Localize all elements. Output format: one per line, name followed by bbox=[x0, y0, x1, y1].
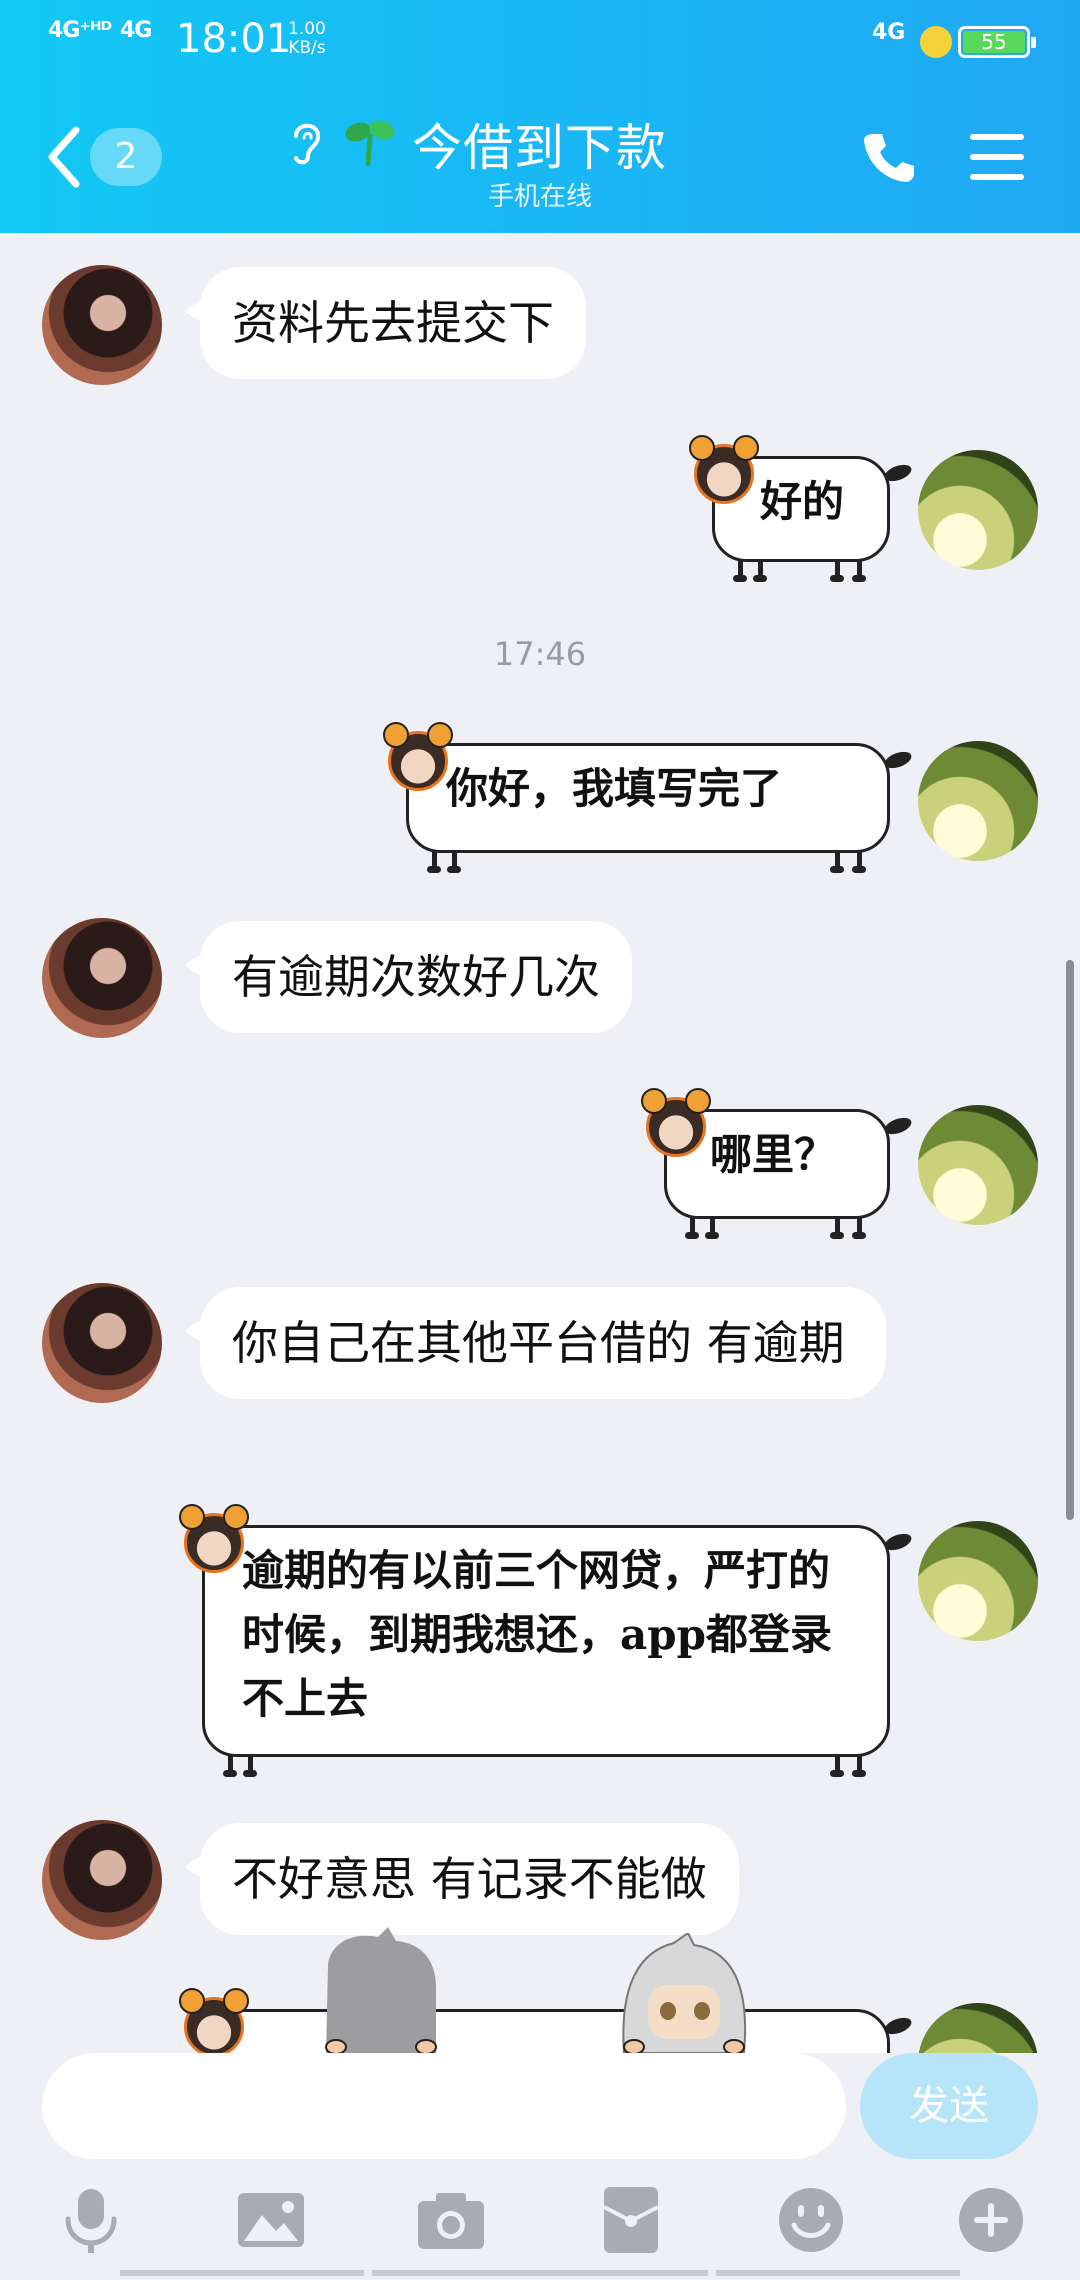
battery-icon: 55 bbox=[958, 26, 1036, 58]
avatar[interactable] bbox=[918, 1521, 1038, 1641]
avatar[interactable] bbox=[42, 1283, 162, 1403]
chat-title[interactable]: 今借到下款 bbox=[412, 108, 667, 180]
status-bar: 4G⁺ᴴᴰ 4G 18:01 1.00 KB/s 4G 55 bbox=[0, 0, 1080, 80]
message-bubble-incoming[interactable]: 资料先去提交下 bbox=[184, 267, 586, 379]
signal-strength-2: 4G bbox=[120, 18, 152, 43]
message-text: 有逾期次数好几次 bbox=[232, 950, 600, 1004]
network-speed: 1.00 KB/s bbox=[288, 20, 326, 58]
gray-mascot-icon bbox=[325, 1927, 437, 2053]
signal-strength-1: 4G⁺ᴴᴰ bbox=[48, 18, 112, 43]
message-text: 哪里？ bbox=[710, 1130, 837, 1179]
sheep-face-icon bbox=[641, 1088, 711, 1157]
red-packet-icon[interactable] bbox=[596, 2185, 666, 2255]
avatar[interactable] bbox=[42, 265, 162, 385]
avatar[interactable] bbox=[918, 741, 1038, 861]
avatar[interactable] bbox=[918, 1105, 1038, 1225]
avatar[interactable] bbox=[42, 1820, 162, 1940]
plus-icon[interactable] bbox=[956, 2185, 1026, 2255]
sheep-face-icon bbox=[179, 1988, 249, 2053]
toolbar-divider bbox=[372, 2270, 708, 2276]
sprout-icon bbox=[345, 120, 395, 166]
speed-unit: KB/s bbox=[288, 38, 326, 58]
avatar[interactable] bbox=[918, 450, 1038, 570]
message-text: 资料先去提交下 bbox=[232, 296, 554, 350]
avatar[interactable] bbox=[42, 918, 162, 1038]
message-text: 逾期的有以前三个网贷，严打的时候，到期我想还，app都登录不上去 bbox=[242, 1546, 832, 1723]
message-bubble-incoming[interactable]: 有逾期次数好几次 bbox=[184, 921, 632, 1033]
timestamp: 17:46 bbox=[493, 635, 587, 673]
message-bubble-incoming[interactable]: 你自己在其他平台借的 有逾期 bbox=[184, 1287, 886, 1399]
message-list[interactable]: 资料先去提交下 好的 17:46 你好，我填写完了 有逾期次数好几次 哪里？ 你… bbox=[0, 233, 1080, 2053]
toolbar-divider bbox=[716, 2270, 960, 2276]
sheep-face-icon bbox=[179, 1504, 249, 1573]
message-bubble-outgoing[interactable]: 好的 bbox=[689, 435, 914, 582]
message-bubble-outgoing[interactable]: 逾期的有以前三个网贷，严打的时候，到期我想还，app都登录不上去 bbox=[179, 1504, 914, 1777]
message-bubble-outgoing[interactable]: 哪里？ bbox=[641, 1088, 914, 1239]
message-text: 你自己在其他平台借的 有逾期 bbox=[232, 1316, 845, 1370]
camera-icon[interactable] bbox=[416, 2185, 486, 2255]
charging-icon bbox=[920, 26, 952, 58]
sheep-face-icon bbox=[383, 722, 453, 791]
clock: 18:01 bbox=[176, 16, 292, 62]
avatar[interactable] bbox=[918, 2003, 1038, 2053]
message-input[interactable] bbox=[42, 2053, 846, 2159]
message-bubble-outgoing[interactable]: 你好，我填写完了 bbox=[383, 722, 914, 873]
message-bubble-outgoing-partial[interactable] bbox=[179, 1988, 914, 2053]
speed-value: 1.00 bbox=[288, 19, 326, 39]
menu-icon[interactable] bbox=[970, 134, 1024, 180]
send-button[interactable]: 发送 bbox=[860, 2053, 1038, 2159]
sheep-face-icon bbox=[689, 435, 759, 504]
input-area: 发送 bbox=[0, 2053, 1080, 2280]
scrollbar[interactable] bbox=[1066, 960, 1074, 1520]
phone-call-icon[interactable] bbox=[862, 130, 916, 184]
image-icon[interactable] bbox=[236, 2185, 306, 2255]
online-status: 手机在线 bbox=[487, 182, 592, 212]
signal-label-1: 4G⁺ᴴᴰ bbox=[48, 18, 112, 43]
message-bubble-incoming[interactable]: 不好意思 有记录不能做 bbox=[184, 1823, 739, 1935]
message-text: 好的 bbox=[760, 477, 845, 526]
message-text: 你好，我填写完了 bbox=[446, 764, 783, 813]
voice-icon[interactable] bbox=[56, 2185, 126, 2255]
battery-level: 55 bbox=[963, 31, 1025, 53]
message-text: 不好意思 有记录不能做 bbox=[232, 1852, 707, 1906]
emoji-icon[interactable] bbox=[776, 2185, 846, 2255]
ear-icon bbox=[294, 123, 321, 165]
chat-header: 4G⁺ᴴᴰ 4G 18:01 1.00 KB/s 4G 55 2 今借到下款 手… bbox=[0, 0, 1080, 233]
toolbar-divider bbox=[120, 2270, 364, 2276]
signal-label-2: 4G bbox=[120, 18, 152, 43]
network-type: 4G bbox=[872, 20, 906, 45]
white-hair-mascot-icon bbox=[622, 1933, 747, 2053]
